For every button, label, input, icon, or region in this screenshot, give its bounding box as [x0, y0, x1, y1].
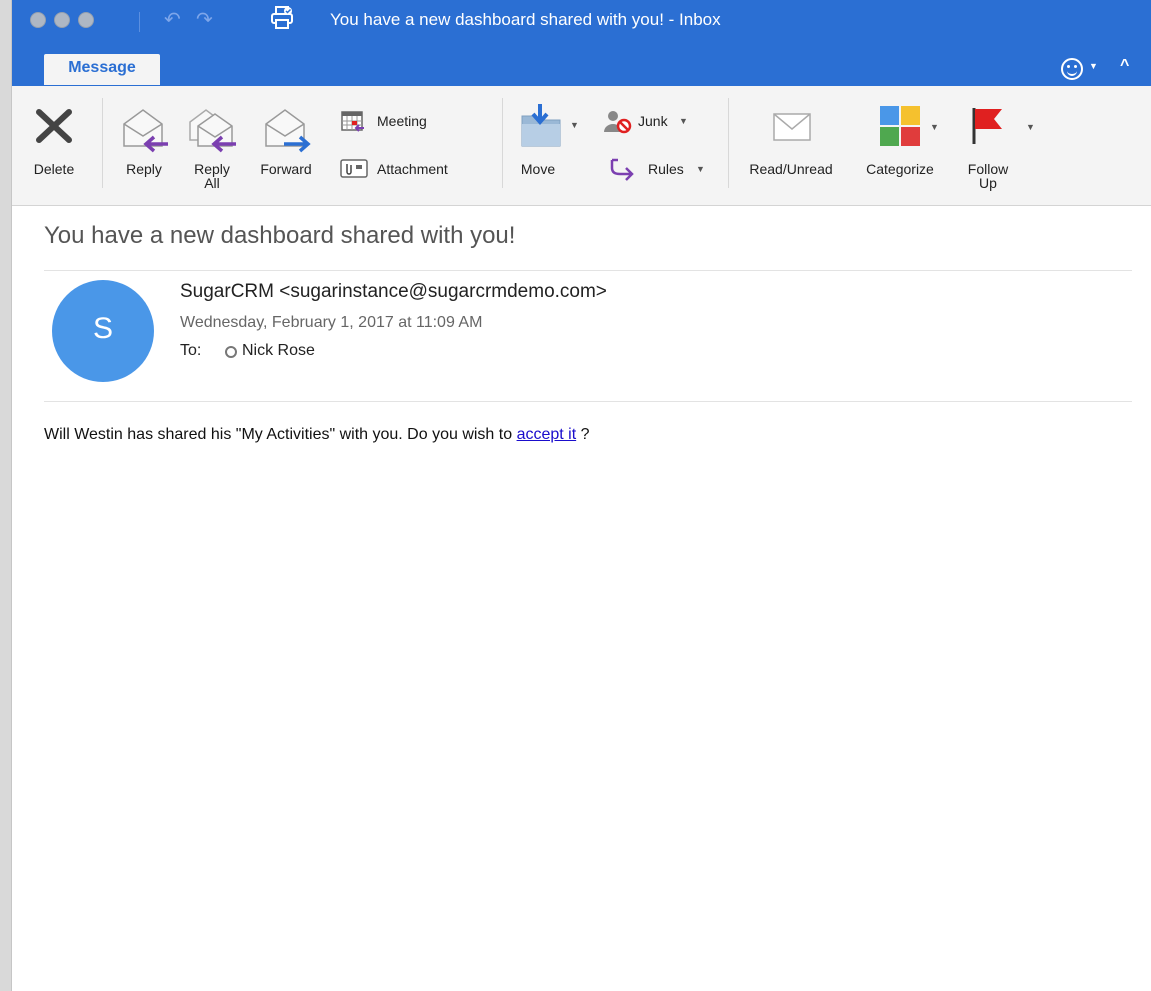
junk-icon: [604, 111, 632, 134]
junk-button[interactable]: Junk ▼: [602, 110, 702, 134]
attachment-button[interactable]: Attachment: [340, 158, 480, 180]
feedback-smiley-icon[interactable]: [1061, 58, 1083, 80]
collapse-ribbon-icon[interactable]: ^: [1120, 57, 1129, 75]
sender[interactable]: SugarCRM <sugarinstance@sugarcrmdemo.com…: [180, 281, 607, 303]
tab-message[interactable]: Message: [44, 54, 160, 85]
close-window-button[interactable]: [30, 12, 46, 28]
message-body: Will Westin has shared his "My Activitie…: [44, 426, 590, 444]
title-bar: ↶ ↷ You have a new dashboard shared with…: [12, 0, 1151, 55]
accept-link[interactable]: accept it: [517, 426, 577, 443]
print-icon[interactable]: [270, 5, 294, 31]
envelope-icon: [773, 113, 811, 141]
move-chevron-down-icon[interactable]: ▼: [570, 120, 579, 130]
paperclip-icon: [340, 159, 368, 178]
rules-button[interactable]: Rules ▼: [608, 158, 718, 181]
forward-label: Forward: [260, 161, 312, 177]
reply-all-icon: [189, 109, 236, 153]
delete-x-icon: [36, 109, 72, 143]
meeting-label: Meeting: [377, 113, 427, 129]
reply-all-label-line2: All: [204, 175, 220, 191]
forward-icon: [265, 109, 311, 153]
move-button[interactable]: ▼ Move: [512, 94, 588, 194]
forward-button[interactable]: Forward: [248, 94, 324, 194]
window-left-edge: [0, 0, 12, 991]
message-window: ↶ ↷ You have a new dashboard shared with…: [12, 0, 1151, 991]
undo-icon[interactable]: ↶: [164, 8, 181, 32]
presence-status-icon: [225, 346, 237, 358]
zoom-window-button[interactable]: [78, 12, 94, 28]
body-divider: [44, 401, 1132, 402]
header-divider: [44, 270, 1132, 271]
avatar: S: [52, 280, 154, 382]
titlebar-divider: [139, 12, 140, 32]
move-label: Move: [520, 161, 556, 177]
categorize-icon: [880, 106, 920, 146]
follow-up-chevron-down-icon[interactable]: ▼: [1026, 122, 1035, 132]
delete-button[interactable]: Delete: [18, 94, 90, 194]
ribbon: Delete Reply Reply All Forward Meeting A…: [12, 86, 1151, 206]
body-text-after-link: ?: [576, 426, 590, 443]
reply-label: Reply: [126, 161, 162, 177]
junk-chevron-down-icon[interactable]: ▼: [679, 116, 688, 126]
read-unread-button[interactable]: Read/Unread: [736, 94, 846, 194]
meeting-button[interactable]: Meeting: [340, 110, 460, 132]
chevron-down-icon[interactable]: ▼: [1089, 61, 1098, 71]
message-subject: You have a new dashboard shared with you…: [44, 222, 516, 249]
tab-message-label: Message: [68, 59, 136, 76]
follow-up-button[interactable]: ▼ Follow Up: [960, 94, 1036, 194]
ribbon-separator: [728, 98, 729, 188]
ribbon-separator: [102, 98, 103, 188]
reply-icon: [123, 109, 168, 153]
recipient-name[interactable]: Nick Rose: [242, 342, 315, 360]
flag-icon: [972, 108, 1002, 144]
redo-icon[interactable]: ↷: [196, 8, 213, 32]
follow-up-label-line2: Up: [979, 175, 997, 191]
read-unread-label: Read/Unread: [749, 161, 833, 177]
categorize-chevron-down-icon[interactable]: ▼: [930, 122, 939, 132]
sent-date: Wednesday, February 1, 2017 at 11:09 AM: [180, 314, 483, 331]
body-text-before-link: Will Westin has shared his "My Activitie…: [44, 426, 517, 443]
attachment-label: Attachment: [377, 161, 448, 177]
calendar-icon: [341, 111, 364, 132]
avatar-letter: S: [92, 312, 113, 345]
rules-label: Rules: [648, 161, 684, 177]
tab-row: [12, 55, 1151, 86]
categorize-label: Categorize: [866, 161, 934, 177]
window-title: You have a new dashboard shared with you…: [330, 10, 721, 29]
delete-label: Delete: [33, 161, 75, 177]
reply-button[interactable]: Reply: [112, 94, 176, 194]
minimize-window-button[interactable]: [54, 12, 70, 28]
reply-all-button[interactable]: Reply All: [180, 94, 244, 194]
to-label: To:: [180, 342, 202, 359]
categorize-button[interactable]: ▼ Categorize: [850, 94, 950, 194]
folder-move-icon: [521, 104, 561, 147]
junk-label: Junk: [638, 113, 668, 129]
rules-chevron-down-icon[interactable]: ▼: [696, 164, 705, 174]
rules-icon: [610, 158, 634, 181]
